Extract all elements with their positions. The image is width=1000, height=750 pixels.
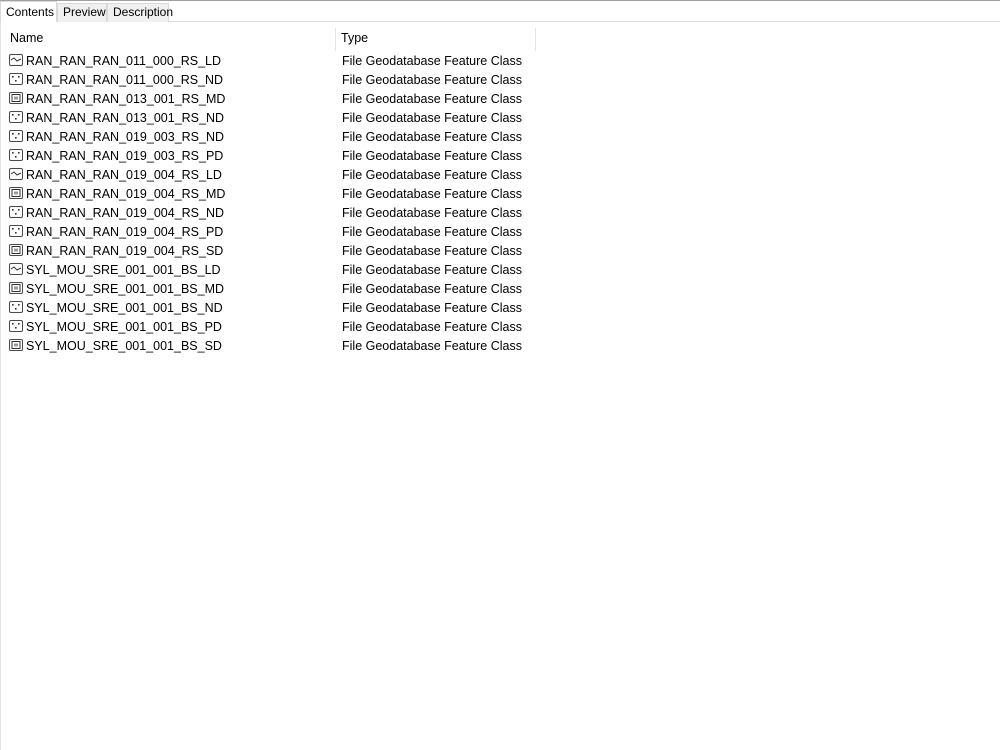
list-item[interactable]: RAN_RAN_RAN_013_001_RS_MD File Geodatabas… <box>1 90 536 109</box>
polygon-feature-class-icon <box>9 92 23 104</box>
tab-contents[interactable]: Contents <box>0 1 57 22</box>
contents-pane: Name Type RAN_RAN_RAN_011_000_RS_LD File … <box>0 22 1000 750</box>
polygon-feature-class-icon <box>9 244 23 256</box>
item-name: RAN_RAN_RAN_019_004_RS_SD <box>26 244 224 258</box>
list-item[interactable]: SYL_MOU_SRE_001_001_BS_MD File Geodatabas… <box>1 280 536 299</box>
list-item[interactable]: RAN_RAN_RAN_011_000_RS_ND File Geodatabas… <box>1 71 536 90</box>
list-item[interactable]: RAN_RAN_RAN_019_003_RS_PD File Geodatabas… <box>1 147 536 166</box>
tab-bar: Contents Preview Description <box>0 0 1000 22</box>
item-type: File Geodatabase Feature Class <box>342 187 522 201</box>
item-name: RAN_RAN_RAN_019_004_RS_ND <box>26 206 225 220</box>
column-header-type[interactable]: Type <box>336 28 536 51</box>
item-name: RAN_RAN_RAN_019_003_RS_ND <box>26 130 225 144</box>
item-type: File Geodatabase Feature Class <box>342 339 522 353</box>
item-type: File Geodatabase Feature Class <box>342 149 522 163</box>
point-feature-class-icon <box>9 320 23 332</box>
contents-list: RAN_RAN_RAN_011_000_RS_LD File Geodatabas… <box>1 52 1000 356</box>
list-item[interactable]: RAN_RAN_RAN_019_004_RS_MD File Geodatabas… <box>1 185 536 204</box>
list-item[interactable]: SYL_MOU_SRE_001_001_BS_PD File Geodatabas… <box>1 318 536 337</box>
list-header: Name Type <box>1 28 1000 51</box>
item-name: RAN_RAN_RAN_019_004_RS_PD <box>26 225 224 239</box>
item-type: File Geodatabase Feature Class <box>342 282 522 296</box>
point-feature-class-icon <box>9 301 23 313</box>
list-item[interactable]: RAN_RAN_RAN_019_004_RS_LD File Geodatabas… <box>1 166 536 185</box>
list-item[interactable]: SYL_MOU_SRE_001_001_BS_LD File Geodatabas… <box>1 261 536 280</box>
item-type: File Geodatabase Feature Class <box>342 263 522 277</box>
item-type: File Geodatabase Feature Class <box>342 111 522 125</box>
item-name: RAN_RAN_RAN_019_003_RS_PD <box>26 149 224 163</box>
point-feature-class-icon <box>9 111 23 123</box>
line-feature-class-icon <box>9 263 23 275</box>
point-feature-class-icon <box>9 73 23 85</box>
list-item[interactable]: SYL_MOU_SRE_001_001_BS_SD File Geodatabas… <box>1 337 536 356</box>
polygon-feature-class-icon <box>9 282 23 294</box>
item-name: SYL_MOU_SRE_001_001_BS_ND <box>26 301 223 315</box>
item-type: File Geodatabase Feature Class <box>342 320 522 334</box>
item-type: File Geodatabase Feature Class <box>342 206 522 220</box>
list-item[interactable]: RAN_RAN_RAN_019_004_RS_SD File Geodatabas… <box>1 242 536 261</box>
point-feature-class-icon <box>9 149 23 161</box>
list-item[interactable]: RAN_RAN_RAN_019_004_RS_ND File Geodatabas… <box>1 204 536 223</box>
item-name: SYL_MOU_SRE_001_001_BS_LD <box>26 263 221 277</box>
point-feature-class-icon <box>9 130 23 142</box>
item-name: SYL_MOU_SRE_001_001_BS_SD <box>26 339 222 353</box>
list-item[interactable]: RAN_RAN_RAN_011_000_RS_LD File Geodatabas… <box>1 52 536 71</box>
item-name: RAN_RAN_RAN_013_001_RS_MD <box>26 92 226 106</box>
item-name: SYL_MOU_SRE_001_001_BS_MD <box>26 282 225 296</box>
item-name: RAN_RAN_RAN_011_000_RS_LD <box>26 54 222 68</box>
list-item[interactable]: RAN_RAN_RAN_013_001_RS_ND File Geodatabas… <box>1 109 536 128</box>
point-feature-class-icon <box>9 225 23 237</box>
polygon-feature-class-icon <box>9 187 23 199</box>
item-name: RAN_RAN_RAN_013_001_RS_ND <box>26 111 225 125</box>
point-feature-class-icon <box>9 206 23 218</box>
item-name: SYL_MOU_SRE_001_001_BS_PD <box>26 320 222 334</box>
item-type: File Geodatabase Feature Class <box>342 54 522 68</box>
item-type: File Geodatabase Feature Class <box>342 73 522 87</box>
item-type: File Geodatabase Feature Class <box>342 130 522 144</box>
line-feature-class-icon <box>9 54 23 66</box>
item-name: RAN_RAN_RAN_019_004_RS_LD <box>26 168 222 182</box>
list-item[interactable]: RAN_RAN_RAN_019_003_RS_ND File Geodatabas… <box>1 128 536 147</box>
item-type: File Geodatabase Feature Class <box>342 244 522 258</box>
item-type: File Geodatabase Feature Class <box>342 301 522 315</box>
item-type: File Geodatabase Feature Class <box>342 168 522 182</box>
list-item[interactable]: RAN_RAN_RAN_019_004_RS_PD File Geodatabas… <box>1 223 536 242</box>
item-name: RAN_RAN_RAN_011_000_RS_ND <box>26 73 224 87</box>
column-header-name[interactable]: Name <box>1 28 336 51</box>
item-type: File Geodatabase Feature Class <box>342 92 522 106</box>
item-name: RAN_RAN_RAN_019_004_RS_MD <box>26 187 226 201</box>
list-item[interactable]: SYL_MOU_SRE_001_001_BS_ND File Geodatabas… <box>1 299 536 318</box>
line-feature-class-icon <box>9 168 23 180</box>
polygon-feature-class-icon <box>9 339 23 351</box>
tab-description[interactable]: Description <box>107 3 173 22</box>
tab-preview[interactable]: Preview <box>57 3 107 22</box>
item-type: File Geodatabase Feature Class <box>342 225 522 239</box>
